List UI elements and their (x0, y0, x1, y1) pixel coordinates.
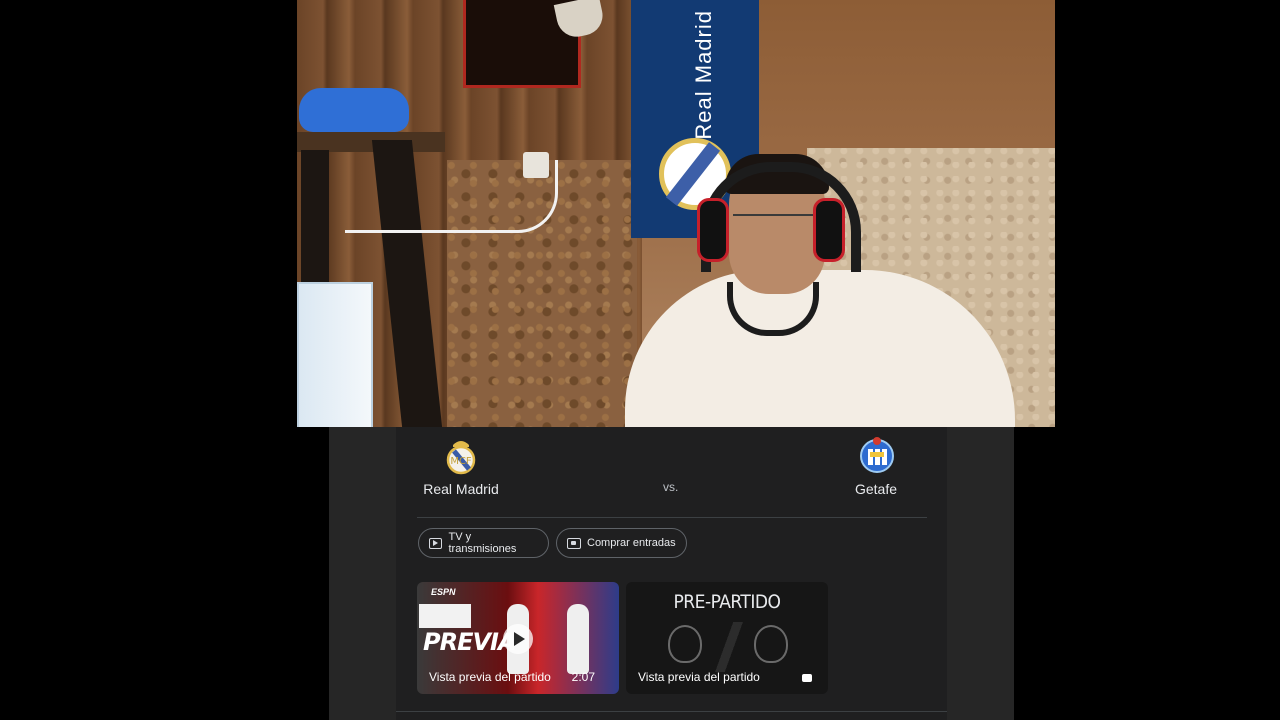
screen: MCF Real Madrid vs. Getafe TV y transmis… (0, 0, 1280, 720)
tv-broadcasts-label: TV y transmisiones (448, 531, 517, 555)
right-gutter (947, 427, 1014, 720)
espn-brand-tag: ESPN (431, 587, 456, 597)
video-duration: 2:07 (571, 670, 595, 684)
play-icon[interactable] (503, 624, 533, 654)
svg-text:MCF: MCF (450, 456, 472, 467)
tv-broadcasts-chip[interactable]: TV y transmisiones (418, 528, 549, 558)
video-badge-icon (802, 674, 812, 682)
buy-tickets-label: Comprar entradas (587, 537, 676, 549)
ticket-icon (567, 537, 581, 549)
getafe-crest-icon (754, 625, 788, 663)
gamepad-icon (299, 88, 409, 132)
getafe-crest-icon (860, 435, 894, 475)
match-card: MCF Real Madrid vs. Getafe TV y transmis… (396, 427, 947, 720)
buy-tickets-chip[interactable]: Comprar entradas (556, 528, 687, 558)
divider-slash (714, 622, 744, 672)
banner-text: Real Madrid (691, 10, 716, 140)
pc-case (297, 282, 373, 427)
headset-earcup (697, 198, 729, 262)
real-madrid-crest-icon: MCF (445, 435, 477, 475)
webcam-overlay: Real Madrid (297, 0, 1055, 427)
mini-crests-image (419, 604, 471, 628)
shelf (297, 132, 445, 152)
left-gutter (329, 427, 396, 720)
tv-play-icon (429, 537, 443, 549)
away-team[interactable]: Getafe (821, 435, 931, 497)
bottom-divider (396, 711, 947, 712)
divider (417, 517, 927, 518)
away-team-name: Getafe (854, 481, 898, 497)
search-results-panel: MCF Real Madrid vs. Getafe TV y transmis… (329, 427, 1014, 720)
player-figure (567, 604, 589, 674)
vs-label: vs. (663, 480, 679, 494)
wall-socket (523, 152, 549, 178)
video-preview-2[interactable]: PRE-PARTIDO Vista previa del partido (626, 582, 828, 694)
pre-match-overlay-title: PRE-PARTIDO (673, 591, 781, 613)
headset-earcup (813, 198, 845, 262)
real-madrid-crest-icon (668, 625, 702, 663)
video-preview-1[interactable]: ESPN PREVIA Vista previa del partido 2:0… (417, 582, 619, 694)
video-caption: Vista previa del partido (429, 670, 551, 684)
home-team[interactable]: MCF Real Madrid (406, 435, 516, 497)
video-caption: Vista previa del partido (638, 670, 760, 684)
home-team-name: Real Madrid (423, 481, 499, 497)
previa-overlay-title: PREVIA (423, 628, 517, 656)
